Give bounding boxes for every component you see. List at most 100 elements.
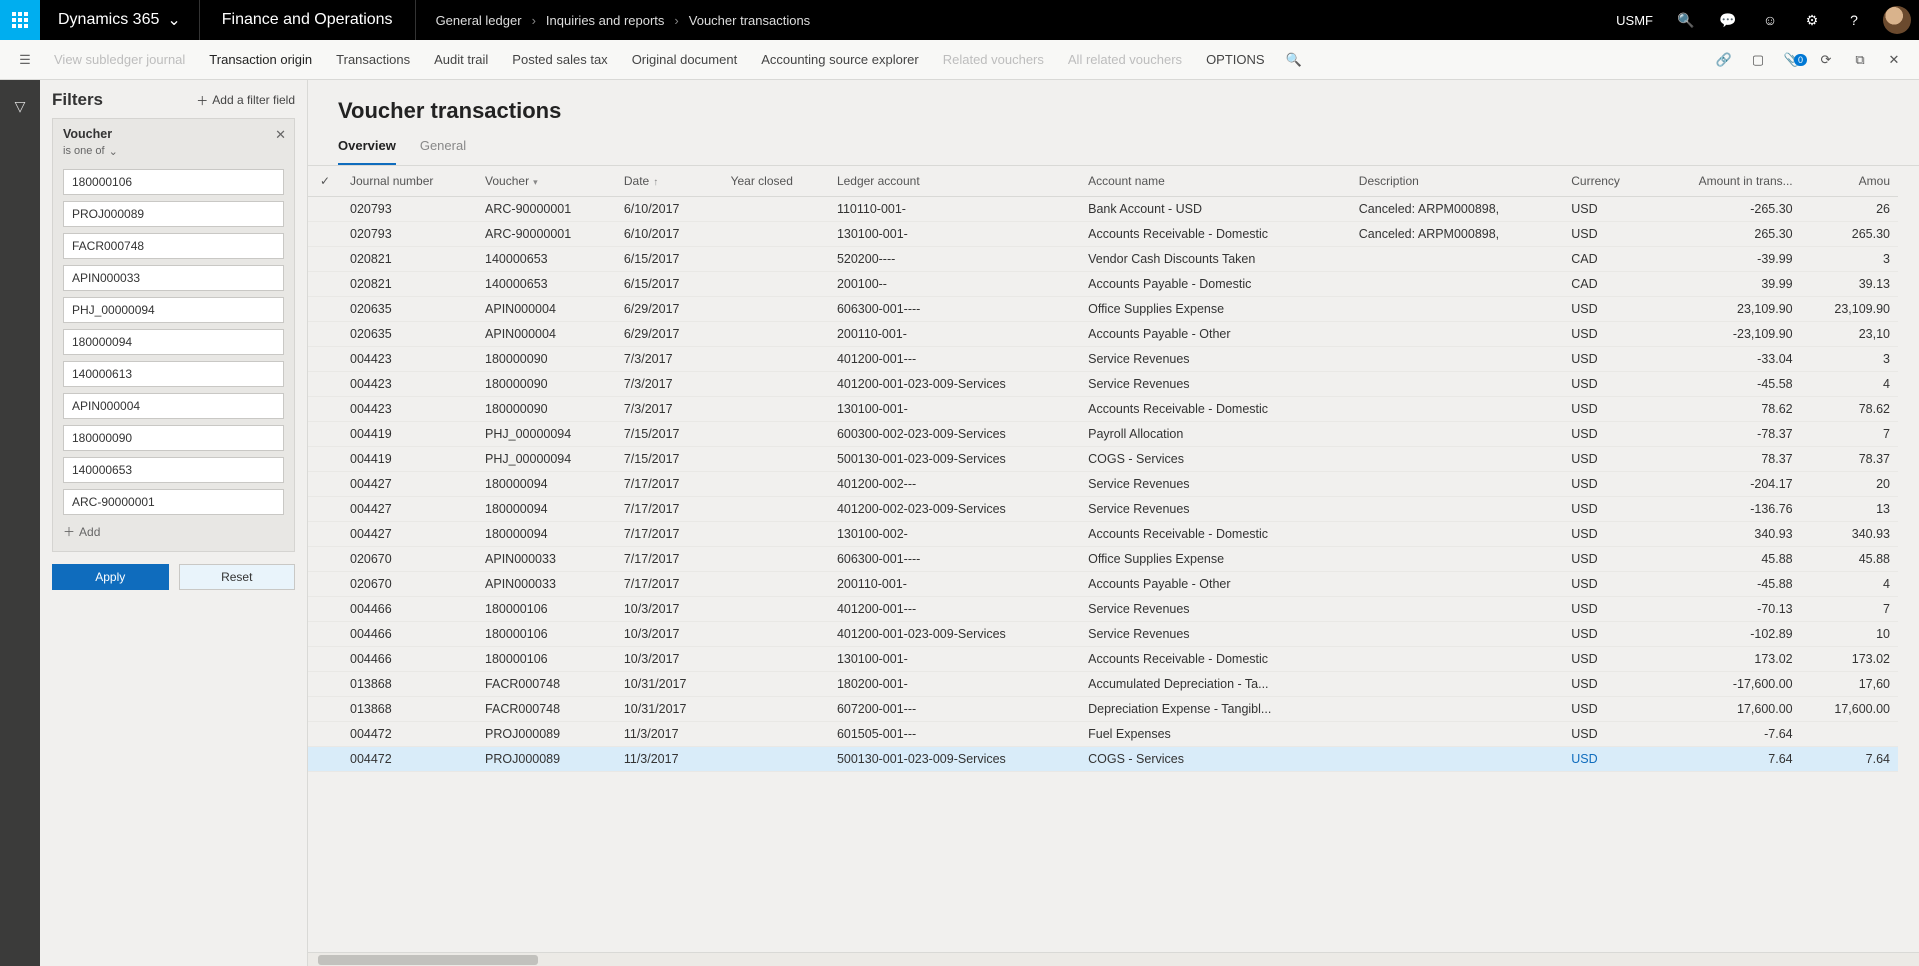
add-filter-field-button[interactable]: ＋ Add a filter field [196,92,295,109]
table-row[interactable]: 00446618000010610/3/2017401200-001-023-0… [308,622,1898,647]
topbar-right: USMF 🔍 💬 ☺ ⚙ ? [1604,0,1919,40]
filter-operator[interactable]: is one of⌄ [63,145,118,158]
filter-icon[interactable]: ▽ [15,98,26,115]
attachments-icon[interactable]: 📎0 [1775,52,1809,68]
attach-badge: 0 [1794,54,1807,66]
table-row[interactable]: 0208211400006536/15/2017520200----Vendor… [308,247,1898,272]
popout-icon[interactable]: ⧉ [1843,52,1877,68]
col-description[interactable]: Description [1351,166,1563,197]
options-button[interactable]: OPTIONS [1194,40,1277,80]
filter-field-name: Voucher [63,127,284,141]
breadcrumb-item[interactable]: General ledger [436,13,522,28]
original-document-button[interactable]: Original document [620,40,750,80]
reset-button[interactable]: Reset [179,564,296,590]
left-rail: ▽ [0,80,40,966]
company-code[interactable]: USMF [1604,13,1665,28]
add-filter-value-button[interactable]: ＋ Add [63,523,100,540]
accounting-source-button[interactable]: Accounting source explorer [749,40,931,80]
filter-value-input[interactable] [63,297,284,323]
transactions-button[interactable]: Transactions [324,40,422,80]
filter-value-input[interactable] [63,457,284,483]
filter-indicator-icon [529,174,538,188]
col-date[interactable]: Date [616,166,723,197]
chevron-right-icon: › [532,13,536,28]
table-row[interactable]: 013868FACR00074810/31/2017607200-001---D… [308,697,1898,722]
table-row[interactable]: 00446618000010610/3/2017401200-001---Ser… [308,597,1898,622]
office-icon[interactable]: ▢ [1741,52,1775,68]
remove-filter-icon[interactable]: ✕ [275,127,286,143]
select-all-header[interactable]: ✓ [308,166,342,197]
chevron-right-icon: › [674,13,678,28]
table-row[interactable]: 0208211400006536/15/2017200100--Accounts… [308,272,1898,297]
table-row[interactable]: 0044231800000907/3/2017401200-001-023-00… [308,372,1898,397]
filter-value-input[interactable] [63,393,284,419]
brand-dropdown[interactable]: Dynamics 365 ⌄ [40,0,200,40]
related-vouchers-button[interactable]: Related vouchers [931,40,1056,80]
chevron-down-icon: ⌄ [109,145,118,158]
close-icon[interactable]: ✕ [1877,52,1911,68]
filter-value-input[interactable] [63,265,284,291]
filter-value-input[interactable] [63,361,284,387]
help-icon[interactable]: ? [1833,0,1875,40]
filter-value-input[interactable] [63,425,284,451]
table-row[interactable]: 020635APIN0000046/29/2017200110-001-Acco… [308,322,1898,347]
search-icon[interactable]: 🔍 [1665,0,1707,40]
table-row[interactable]: 0044231800000907/3/2017401200-001---Serv… [308,347,1898,372]
breadcrumb-item[interactable]: Voucher transactions [689,13,810,28]
table-row[interactable]: 020793ARC-900000016/10/2017130100-001-Ac… [308,222,1898,247]
refresh-icon[interactable]: ⟳ [1809,52,1843,68]
chevron-down-icon: ⌄ [167,10,180,30]
filter-value-input[interactable] [63,201,284,227]
filters-title: Filters [52,90,103,110]
gear-icon[interactable]: ⚙ [1791,0,1833,40]
table-row[interactable]: 020793ARC-900000016/10/2017110110-001-Ba… [308,197,1898,222]
filter-value-input[interactable] [63,169,284,195]
col-amount[interactable]: Amou [1801,166,1898,197]
tab-overview[interactable]: Overview [338,130,396,165]
filter-value-input[interactable] [63,233,284,259]
table-row[interactable]: 004419PHJ_000000947/15/2017600300-002-02… [308,422,1898,447]
table-row[interactable]: 004419PHJ_000000947/15/2017500130-001-02… [308,447,1898,472]
apply-button[interactable]: Apply [52,564,169,590]
col-journal[interactable]: Journal number [342,166,477,197]
app-launcher-icon[interactable] [0,0,40,40]
topbar: Dynamics 365 ⌄ Finance and Operations Ge… [0,0,1919,40]
tab-general[interactable]: General [420,130,466,165]
menu-icon[interactable]: ☰ [8,52,42,68]
table-row[interactable]: 020670APIN0000337/17/2017200110-001-Acco… [308,572,1898,597]
avatar[interactable] [1883,6,1911,34]
posted-sales-tax-button[interactable]: Posted sales tax [500,40,619,80]
brand-label: Dynamics 365 [58,11,159,29]
col-year-closed[interactable]: Year closed [723,166,829,197]
table-row[interactable]: 004472PROJ00008911/3/2017601505-001---Fu… [308,722,1898,747]
scrollbar-thumb[interactable] [318,955,538,965]
table-row[interactable]: 00446618000010610/3/2017130100-001-Accou… [308,647,1898,672]
col-voucher[interactable]: Voucher [477,166,616,197]
table-row[interactable]: 004472PROJ00008911/3/2017500130-001-023-… [308,747,1898,772]
filter-value-input[interactable] [63,489,284,515]
link-icon[interactable]: 🔗 [1707,52,1741,68]
table-row[interactable]: 020635APIN0000046/29/2017606300-001----O… [308,297,1898,322]
find-icon[interactable]: 🔍 [1277,52,1311,68]
smile-icon[interactable]: ☺ [1749,0,1791,40]
table-row[interactable]: 0044231800000907/3/2017130100-001-Accoun… [308,397,1898,422]
filter-value-input[interactable] [63,329,284,355]
table-row[interactable]: 020670APIN0000337/17/2017606300-001----O… [308,547,1898,572]
table-row[interactable]: 0044271800000947/17/2017401200-002-023-0… [308,497,1898,522]
audit-trail-button[interactable]: Audit trail [422,40,500,80]
col-currency[interactable]: Currency [1563,166,1651,197]
horizontal-scrollbar[interactable] [308,952,1919,966]
table-row[interactable]: 0044271800000947/17/2017401200-002---Ser… [308,472,1898,497]
col-account-name[interactable]: Account name [1080,166,1351,197]
chat-icon[interactable]: 💬 [1707,0,1749,40]
col-ledger[interactable]: Ledger account [829,166,1080,197]
voucher-grid: ✓ Journal number Voucher Date Year close… [308,166,1898,772]
table-row[interactable]: 0044271800000947/17/2017130100-002-Accou… [308,522,1898,547]
transaction-origin-button[interactable]: Transaction origin [197,40,324,80]
view-subledger-button[interactable]: View subledger journal [42,40,197,80]
page-title: Voucher transactions [308,80,1919,130]
all-related-vouchers-button[interactable]: All related vouchers [1056,40,1194,80]
table-row[interactable]: 013868FACR00074810/31/2017180200-001-Acc… [308,672,1898,697]
col-amount-trans[interactable]: Amount in trans... [1651,166,1801,197]
breadcrumb-item[interactable]: Inquiries and reports [546,13,665,28]
